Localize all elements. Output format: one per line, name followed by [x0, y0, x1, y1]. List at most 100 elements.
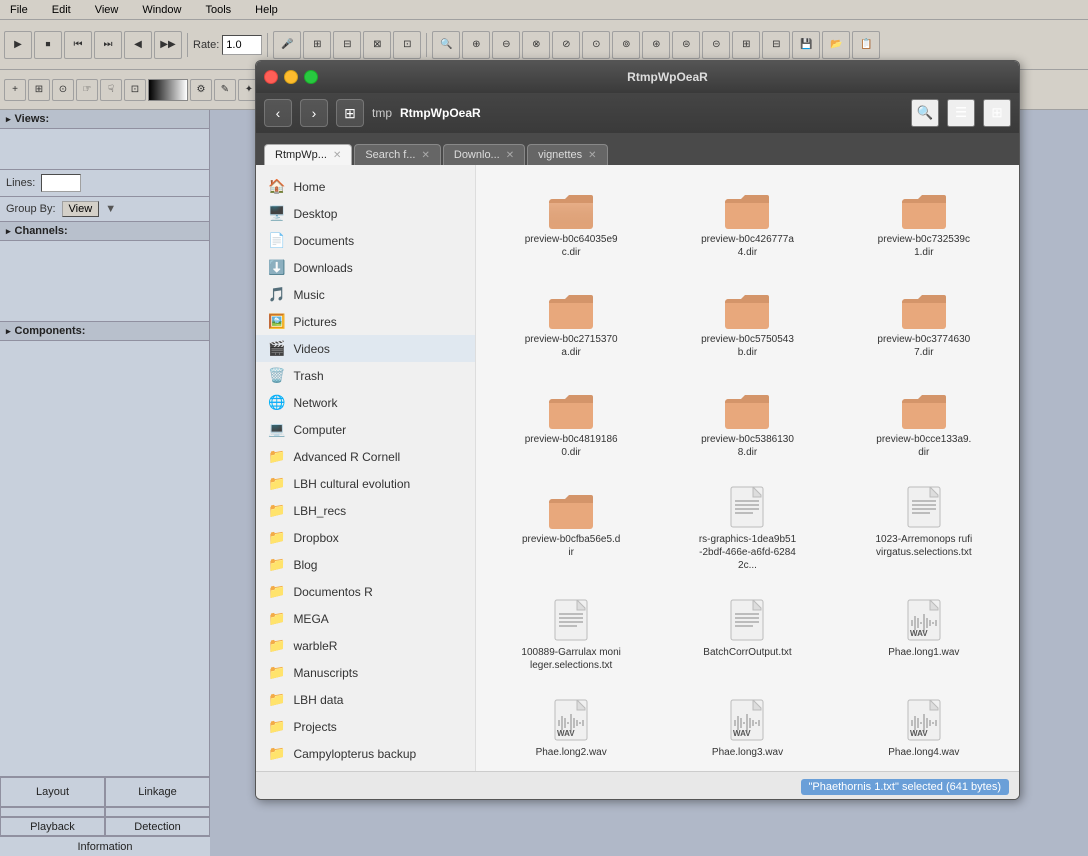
tab-playback[interactable]: Playback — [0, 817, 105, 836]
bookmark-button[interactable]: ⊞ — [336, 99, 364, 127]
toolbar-btn-18[interactable]: ⊜ — [672, 31, 700, 59]
sidebar-item-mega[interactable]: 📁 MEGA — [256, 605, 475, 632]
color-selector[interactable] — [148, 79, 188, 101]
sidebar-item-music[interactable]: 🎵 Music — [256, 281, 475, 308]
toolbar-btn-s5[interactable]: ☟ — [100, 79, 122, 101]
sidebar-item-pictures[interactable]: 🖼️ Pictures — [256, 308, 475, 335]
file-item-15[interactable]: WAV Phae.long2.wav — [488, 690, 654, 767]
sidebar-item-downloads[interactable]: ⬇️ Downloads — [256, 254, 475, 281]
groupby-arrow[interactable]: ▼ — [105, 203, 116, 215]
file-item-7[interactable]: preview-b0c53861308.dir — [664, 377, 830, 467]
file-item-3[interactable]: preview-b0c2715370a.dir — [488, 277, 654, 367]
close-button[interactable] — [264, 70, 278, 84]
toolbar-btn-s8[interactable]: ✎ — [214, 79, 236, 101]
sidebar-item-documents[interactable]: 📄 Documents — [256, 227, 475, 254]
file-item-4[interactable]: preview-b0c5750543b.dir — [664, 277, 830, 367]
back-button[interactable]: ‹ — [264, 99, 292, 127]
file-item-13[interactable]: BatchCorrOutput.txt — [664, 590, 830, 680]
tab-detection[interactable]: Detection — [105, 817, 210, 836]
sidebar-item-videos[interactable]: 🎬 Videos — [256, 335, 475, 362]
sidebar-item-phaethornis[interactable]: 📁 Phaethornis — [256, 767, 475, 771]
file-item-5[interactable]: preview-b0c37746307.dir — [841, 277, 1007, 367]
sidebar-item-manuscripts[interactable]: 📁 Manuscripts — [256, 659, 475, 686]
toolbar-btn-s1[interactable]: + — [4, 79, 26, 101]
menu-view[interactable]: View — [89, 3, 125, 17]
file-item-11[interactable]: 1023-Arremonops rufivirgatus.selections.… — [841, 477, 1007, 580]
file-item-17[interactable]: WAV Phae.long4.wav — [841, 690, 1007, 767]
tab-3-close[interactable]: ✕ — [588, 150, 596, 161]
tab-1-close[interactable]: ✕ — [421, 150, 429, 161]
tab-information[interactable]: Information — [77, 841, 132, 853]
toolbar-btn-21[interactable]: ⊟ — [762, 31, 790, 59]
toolbar-btn-save[interactable]: 💾 — [792, 31, 820, 59]
file-item-8[interactable]: preview-b0cce133a9.dir — [841, 377, 1007, 467]
menu-window[interactable]: Window — [136, 3, 187, 17]
toolbar-btn-8[interactable]: ⊟ — [333, 31, 361, 59]
toolbar-btn-s7[interactable]: ⚙ — [190, 79, 212, 101]
tab-2[interactable]: Downlo... ✕ — [443, 144, 525, 165]
grid-view-button[interactable]: ⊞ — [983, 99, 1011, 127]
rate-input[interactable] — [222, 35, 262, 55]
toolbar-btn-s2[interactable]: ⊞ — [28, 79, 50, 101]
toolbar-btn-17[interactable]: ⊛ — [642, 31, 670, 59]
toolbar-btn-mic[interactable]: 🎤 — [273, 31, 301, 59]
sidebar-item-home[interactable]: 🏠 Home — [256, 173, 475, 200]
file-item-14[interactable]: WAV Phae.long1.wav — [841, 590, 1007, 680]
toolbar-btn-6[interactable]: ▶▶ — [154, 31, 182, 59]
minimize-button[interactable] — [284, 70, 298, 84]
tab-linkage[interactable]: Linkage — [105, 777, 210, 807]
toolbar-btn-20[interactable]: ⊞ — [732, 31, 760, 59]
menu-help[interactable]: Help — [249, 3, 284, 17]
sidebar-item-lbh-cultural[interactable]: 📁 LBH cultural evolution — [256, 470, 475, 497]
toolbar-btn-10[interactable]: ⊡ — [393, 31, 421, 59]
tab-1[interactable]: Search f... ✕ — [354, 144, 441, 165]
sidebar-item-advanced-r[interactable]: 📁 Advanced R Cornell — [256, 443, 475, 470]
toolbar-btn-11[interactable]: ⊕ — [462, 31, 490, 59]
list-view-button[interactable]: ☰ — [947, 99, 975, 127]
sidebar-item-lbh-data[interactable]: 📁 LBH data — [256, 686, 475, 713]
menu-tools[interactable]: Tools — [199, 3, 237, 17]
file-item-10[interactable]: rs-graphics-1dea9b51-2bdf-466e-a6fd-6284… — [664, 477, 830, 580]
toolbar-btn-12[interactable]: ⊖ — [492, 31, 520, 59]
file-item-12[interactable]: 100889-Garrulax monileger.selections.txt — [488, 590, 654, 680]
sidebar-item-documentos-r[interactable]: 📁 Documentos R — [256, 578, 475, 605]
toolbar-btn-3[interactable]: ⏮ — [64, 31, 92, 59]
menu-file[interactable]: File — [4, 3, 34, 17]
toolbar-btn-2[interactable]: ⏹ — [34, 31, 62, 59]
sidebar-item-projects[interactable]: 📁 Projects — [256, 713, 475, 740]
sidebar-item-blog[interactable]: 📁 Blog — [256, 551, 475, 578]
sidebar-item-dropbox[interactable]: 📁 Dropbox — [256, 524, 475, 551]
forward-button[interactable]: › — [300, 99, 328, 127]
toolbar-btn-5[interactable]: ◀ — [124, 31, 152, 59]
menu-edit[interactable]: Edit — [46, 3, 77, 17]
sidebar-item-warbler[interactable]: 📁 warbleR — [256, 632, 475, 659]
file-item-1[interactable]: preview-b0c426777a4.dir — [664, 177, 830, 267]
tab-3[interactable]: vignettes ✕ — [527, 144, 607, 165]
toolbar-btn-zoom[interactable]: 🔍 — [432, 31, 460, 59]
file-item-9[interactable]: preview-b0cfba56e5.dir — [488, 477, 654, 580]
sidebar-item-network[interactable]: 🌐 Network — [256, 389, 475, 416]
tab-0[interactable]: RtmpWp... ✕ — [264, 144, 352, 165]
tab-0-close[interactable]: ✕ — [333, 150, 341, 161]
toolbar-btn-7[interactable]: ⊞ — [303, 31, 331, 59]
toolbar-btn-14[interactable]: ⊘ — [552, 31, 580, 59]
file-item-0[interactable]: preview-b0c64035e9c.dir — [488, 177, 654, 267]
toolbar-btn-13[interactable]: ⊗ — [522, 31, 550, 59]
sidebar-item-desktop[interactable]: 🖥️ Desktop — [256, 200, 475, 227]
toolbar-btn-23[interactable]: 📋 — [852, 31, 880, 59]
file-item-16[interactable]: WAV Phae.long3.wav — [664, 690, 830, 767]
toolbar-btn-1[interactable]: ▶ — [4, 31, 32, 59]
lines-input[interactable] — [41, 174, 81, 192]
toolbar-btn-s3[interactable]: ⊙ — [52, 79, 74, 101]
file-item-2[interactable]: preview-b0c732539c1.dir — [841, 177, 1007, 267]
sidebar-item-lbh-recs[interactable]: 📁 LBH_recs — [256, 497, 475, 524]
toolbar-btn-4[interactable]: ⏭ — [94, 31, 122, 59]
maximize-button[interactable] — [304, 70, 318, 84]
sidebar-item-trash[interactable]: 🗑️ Trash — [256, 362, 475, 389]
tab-2-close[interactable]: ✕ — [506, 150, 514, 161]
toolbar-btn-19[interactable]: ⊝ — [702, 31, 730, 59]
toolbar-btn-22[interactable]: 📂 — [822, 31, 850, 59]
toolbar-btn-15[interactable]: ⊙ — [582, 31, 610, 59]
search-button[interactable]: 🔍 — [911, 99, 939, 127]
toolbar-btn-16[interactable]: ⊚ — [612, 31, 640, 59]
